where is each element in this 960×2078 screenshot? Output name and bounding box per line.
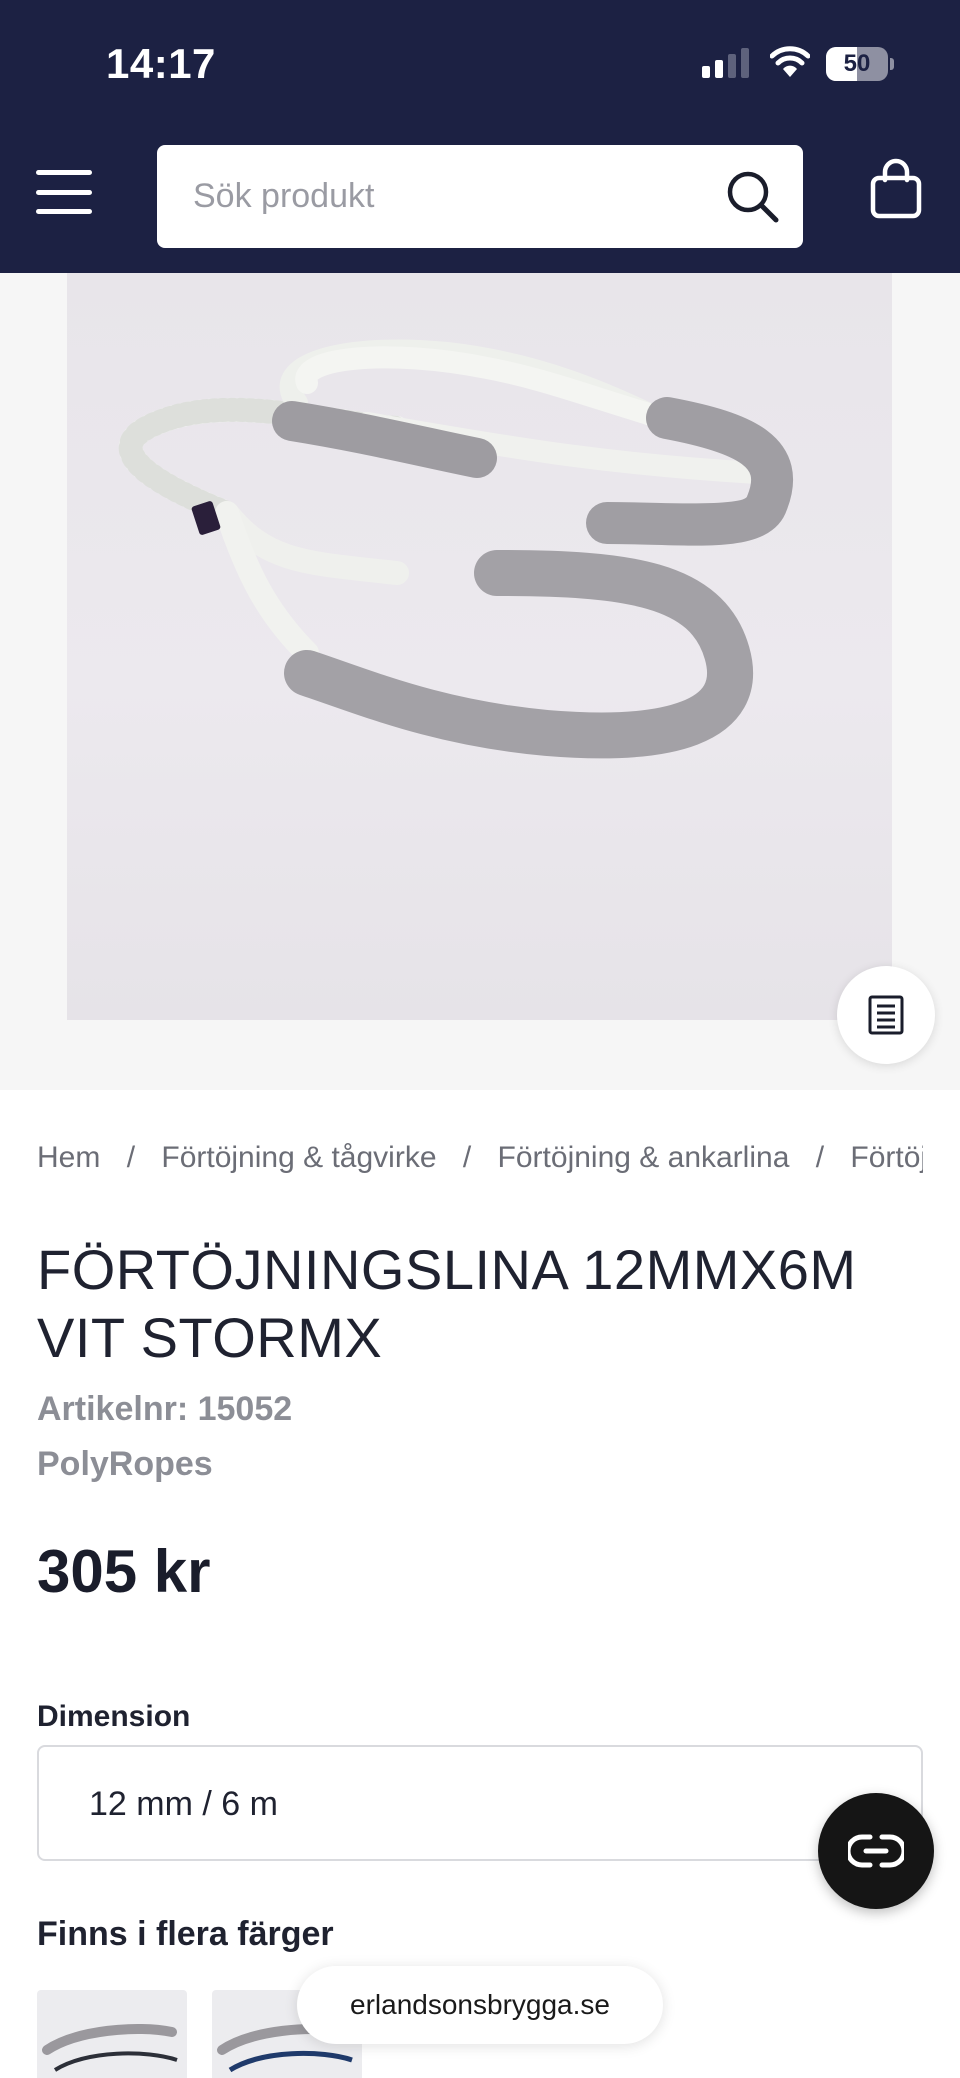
color-variants-label: Finns i flera färger: [37, 1915, 334, 1953]
wifi-icon: [769, 44, 811, 80]
search-icon[interactable]: [725, 169, 781, 225]
dimension-selected-value: 12 mm / 6 m: [89, 1785, 278, 1823]
breadcrumb-item-mooring-rope[interactable]: Förtöjning & tågvirke: [161, 1141, 436, 1175]
chat-icon: [848, 1834, 904, 1868]
color-variant-thumbnail[interactable]: [37, 1990, 187, 2078]
status-time: 14:17: [106, 40, 216, 87]
product-price: 305 kr: [37, 1538, 211, 1605]
breadcrumb-item-current[interactable]: Förtöjningslina: [850, 1141, 923, 1175]
breadcrumb-separator: /: [462, 1141, 472, 1175]
battery-indicator: 50: [826, 47, 896, 81]
gallery-list-button[interactable]: [837, 966, 935, 1064]
dimension-select[interactable]: 12 mm / 6 m: [37, 1745, 923, 1861]
search-bar[interactable]: [157, 145, 803, 248]
product-image[interactable]: [67, 273, 892, 1020]
cellular-signal-icon: [702, 48, 750, 78]
breadcrumb: Hem / Förtöjning & tågvirke / Förtöjning…: [37, 1140, 923, 1184]
breadcrumb-item-anchor-line[interactable]: Förtöjning & ankarlina: [498, 1141, 790, 1175]
browser-url-bar[interactable]: erlandsonsbrygga.se: [297, 1966, 663, 2044]
search-input[interactable]: [193, 145, 713, 248]
chat-button[interactable]: [818, 1793, 934, 1909]
dimension-label: Dimension: [37, 1700, 191, 1733]
product-sku: Artikelnr: 15052: [37, 1390, 293, 1428]
product-brand[interactable]: PolyRopes: [37, 1445, 213, 1484]
product-gallery: [0, 273, 960, 1090]
top-header: 14:17 50: [0, 0, 960, 273]
breadcrumb-separator: /: [126, 1141, 136, 1175]
list-icon: [868, 995, 904, 1035]
breadcrumb-separator: /: [815, 1141, 825, 1175]
battery-level: 50: [843, 50, 871, 77]
breadcrumb-item-home[interactable]: Hem: [37, 1141, 100, 1175]
menu-icon[interactable]: [36, 170, 92, 214]
product-title: FÖRTÖJNINGSLINA 12MMX6M VIT STORMX: [37, 1238, 857, 1369]
cart-icon[interactable]: [868, 158, 924, 220]
